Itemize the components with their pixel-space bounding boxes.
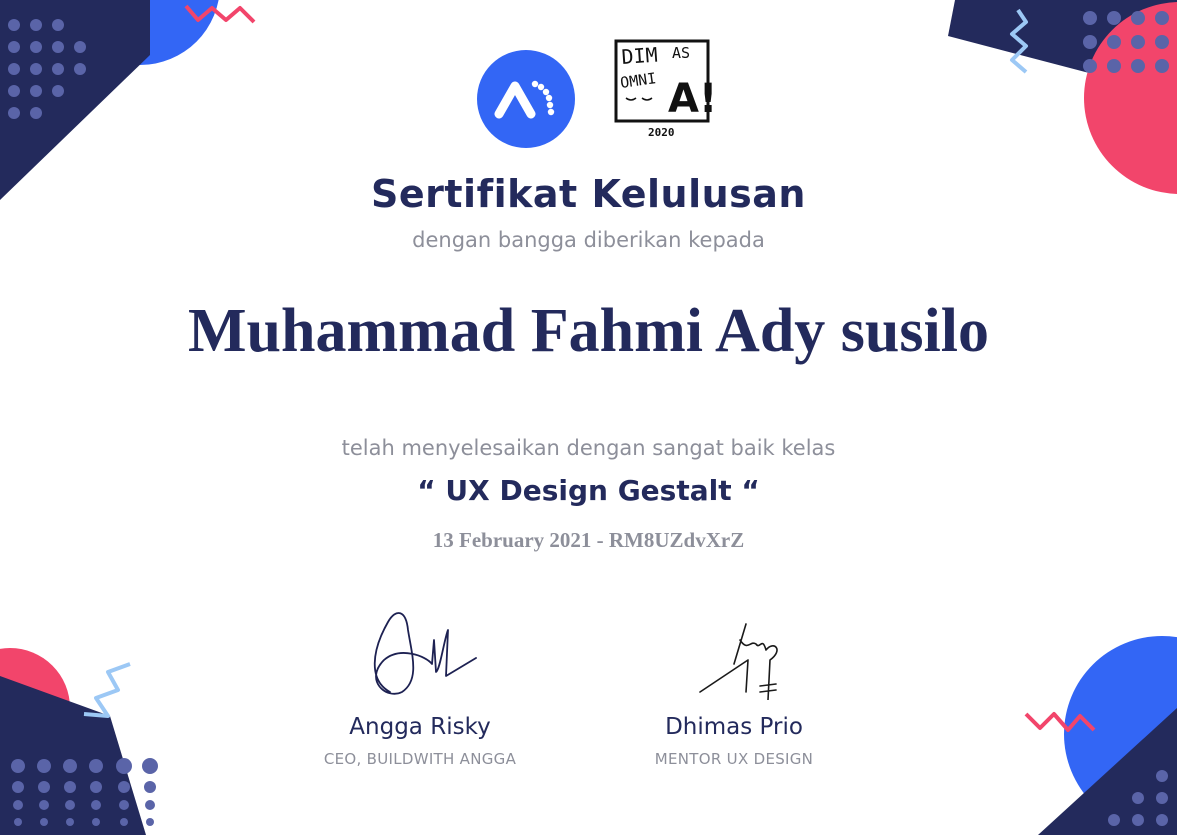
logos-row: DIM AS OMNI A! 2020 (0, 38, 1177, 148)
recipient-name: Muhammad Fahmi Ady susilo (187, 297, 989, 365)
signer-name: Dhimas Prio (665, 714, 803, 740)
buildwith-angga-icon (494, 80, 555, 119)
bottom-left-decoration (0, 648, 158, 835)
completion-text: telah menyelesaikan dengan sangat baik k… (341, 436, 836, 460)
buildwith-angga-logo (477, 50, 575, 148)
bottom-right-decoration (1024, 636, 1177, 835)
signer-role: CEO, BUILDWITH ANGGA (323, 750, 517, 768)
dimas-logo-line1b: AS (672, 44, 690, 62)
dimas-omnia-logo: DIM AS OMNI A! 2020 (614, 39, 712, 139)
certificate-title: Sertifikat Kelulusan (371, 172, 806, 216)
dimas-logo-year: 2020 (648, 126, 675, 139)
dimas-logo-big-letter: A! (668, 76, 712, 122)
course-name: “ UX Design Gestalt “ (417, 474, 760, 507)
signature-angga (373, 612, 477, 695)
signature-dhimas (699, 623, 778, 700)
certificate-subtitle: dengan bangga diberikan kepada (412, 228, 765, 252)
signature-block-ceo: Angga Risky CEO, BUILDWITH ANGGA (270, 600, 570, 768)
dimas-logo-line1: DIM (621, 43, 659, 69)
signature-block-mentor: Dhimas Prio MENTOR UX DESIGN (584, 600, 884, 768)
date-and-code: 13 February 2021 - RM8UZdvXrZ (432, 528, 745, 552)
signer-role: MENTOR UX DESIGN (654, 750, 814, 768)
signer-name: Angga Risky (349, 714, 491, 740)
